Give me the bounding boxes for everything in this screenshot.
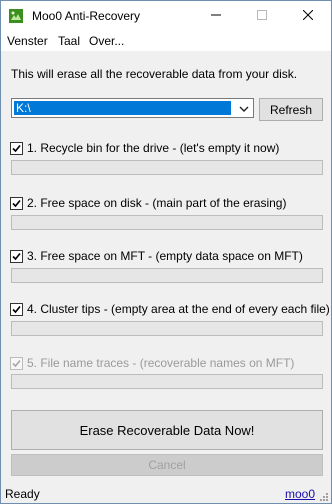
chevron-down-icon bbox=[239, 103, 249, 117]
refresh-button[interactable]: Refresh bbox=[259, 98, 323, 121]
progress-bar-free-space-disk bbox=[11, 215, 323, 230]
maximize-icon bbox=[257, 9, 267, 23]
option-label: 3. Free space on MFT - (empty data space… bbox=[27, 249, 303, 263]
status-text: Ready bbox=[5, 487, 40, 501]
option-label: 5. File name traces - (recoverable names… bbox=[27, 356, 295, 370]
window-title: Moo0 Anti-Recovery bbox=[32, 9, 141, 23]
resize-grip-icon[interactable] bbox=[319, 491, 329, 501]
close-button[interactable] bbox=[285, 1, 331, 31]
checkbox-recycle-bin[interactable] bbox=[10, 141, 23, 155]
progress-bar-file-name-traces bbox=[11, 374, 323, 389]
moo0-link[interactable]: moo0 bbox=[285, 487, 315, 501]
progress-bar-cluster-tips bbox=[11, 321, 323, 336]
checkbox-free-space-mft[interactable] bbox=[10, 249, 23, 263]
menu-over[interactable]: Over... bbox=[89, 34, 124, 48]
title-bar[interactable]: Moo0 Anti-Recovery bbox=[1, 1, 331, 31]
menu-venster[interactable]: Venster bbox=[7, 34, 48, 48]
status-bar: Ready moo0 bbox=[1, 485, 331, 503]
intro-text: This will erase all the recoverable data… bbox=[11, 67, 298, 81]
drive-selected-value: K:\ bbox=[14, 101, 231, 115]
option-cluster-tips[interactable]: 4. Cluster tips - (empty area at the end… bbox=[10, 302, 330, 316]
checkbox-cluster-tips[interactable] bbox=[10, 302, 23, 316]
menu-bar: Venster Taal Over... bbox=[1, 31, 331, 51]
option-label: 4. Cluster tips - (empty area at the end… bbox=[27, 302, 330, 316]
progress-bar-free-space-mft bbox=[11, 268, 323, 283]
maximize-button[interactable] bbox=[239, 1, 285, 31]
checkbox-free-space-disk[interactable] bbox=[10, 196, 23, 210]
minimize-button[interactable] bbox=[193, 1, 239, 31]
option-file-name-traces: 5. File name traces - (recoverable names… bbox=[10, 356, 294, 370]
app-window: Moo0 Anti-Recovery Venster Taal Over... … bbox=[0, 0, 332, 504]
checkbox-file-name-traces bbox=[10, 356, 23, 370]
main-panel: This will erase all the recoverable data… bbox=[1, 51, 331, 503]
option-label: 1. Recycle bin for the drive - (let's em… bbox=[27, 141, 280, 155]
option-label: 2. Free space on disk - (main part of th… bbox=[27, 196, 287, 210]
drive-dropdown[interactable]: K:\ bbox=[11, 98, 254, 118]
close-icon bbox=[302, 9, 314, 23]
progress-bar-recycle-bin bbox=[11, 160, 323, 175]
menu-taal[interactable]: Taal bbox=[58, 34, 80, 48]
minimize-icon bbox=[211, 9, 221, 23]
option-recycle-bin[interactable]: 1. Recycle bin for the drive - (let's em… bbox=[10, 141, 279, 155]
option-free-space-mft[interactable]: 3. Free space on MFT - (empty data space… bbox=[10, 249, 303, 263]
option-free-space-disk[interactable]: 2. Free space on disk - (main part of th… bbox=[10, 196, 286, 210]
erase-button[interactable]: Erase Recoverable Data Now! bbox=[11, 410, 323, 450]
cancel-button: Cancel bbox=[11, 454, 323, 476]
moo0-app-icon bbox=[9, 9, 23, 23]
